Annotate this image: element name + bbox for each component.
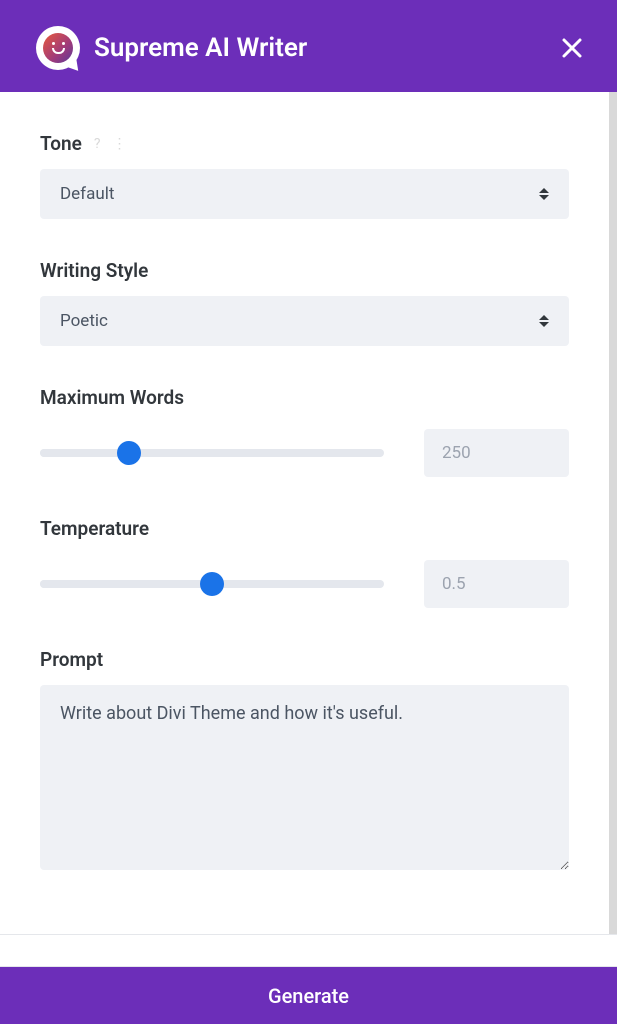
- writing-style-select[interactable]: Poetic: [40, 296, 569, 346]
- temperature-slider-thumb[interactable]: [200, 572, 224, 596]
- writing-style-label: Writing Style: [40, 259, 569, 282]
- footer-divider: [0, 934, 617, 966]
- generate-button-label: Generate: [268, 984, 349, 1008]
- select-arrows-icon: [539, 188, 549, 200]
- tone-select[interactable]: Default: [40, 169, 569, 219]
- temperature-field: Temperature 0.5: [40, 517, 569, 608]
- max-words-label: Maximum Words: [40, 386, 569, 409]
- prompt-textarea[interactable]: [40, 685, 569, 870]
- writing-style-field: Writing Style Poetic: [40, 259, 569, 346]
- temperature-slider-row: 0.5: [40, 560, 569, 608]
- modal-content: Tone ? ⋮ Default Writing Style Poetic Ma…: [0, 92, 617, 960]
- max-words-slider-row: 250: [40, 429, 569, 477]
- max-words-slider-thumb[interactable]: [117, 441, 141, 465]
- generate-button[interactable]: Generate: [0, 966, 617, 1024]
- max-words-slider[interactable]: [40, 449, 384, 457]
- writing-style-select-value: Poetic: [60, 311, 539, 331]
- prompt-field: Prompt: [40, 648, 569, 874]
- app-logo: [36, 26, 80, 70]
- help-icon[interactable]: ?: [94, 136, 101, 152]
- temperature-slider[interactable]: [40, 580, 384, 588]
- close-button[interactable]: [555, 31, 589, 65]
- header-left: Supreme AI Writer: [36, 26, 307, 70]
- select-arrows-icon: [539, 315, 549, 327]
- temperature-label: Temperature: [40, 517, 569, 540]
- tone-label: Tone ? ⋮: [40, 132, 569, 155]
- temperature-value[interactable]: 0.5: [424, 560, 569, 608]
- tone-field: Tone ? ⋮ Default: [40, 132, 569, 219]
- prompt-label: Prompt: [40, 648, 569, 671]
- modal-header: Supreme AI Writer: [0, 0, 617, 92]
- tone-select-value: Default: [60, 184, 539, 204]
- modal-title: Supreme AI Writer: [94, 33, 307, 63]
- max-words-value[interactable]: 250: [424, 429, 569, 477]
- more-icon[interactable]: ⋮: [112, 136, 126, 152]
- max-words-field: Maximum Words 250: [40, 386, 569, 477]
- tone-label-text: Tone: [40, 132, 82, 155]
- max-words-slider-fill: [40, 449, 129, 457]
- close-icon: [561, 37, 583, 59]
- temperature-slider-fill: [40, 580, 212, 588]
